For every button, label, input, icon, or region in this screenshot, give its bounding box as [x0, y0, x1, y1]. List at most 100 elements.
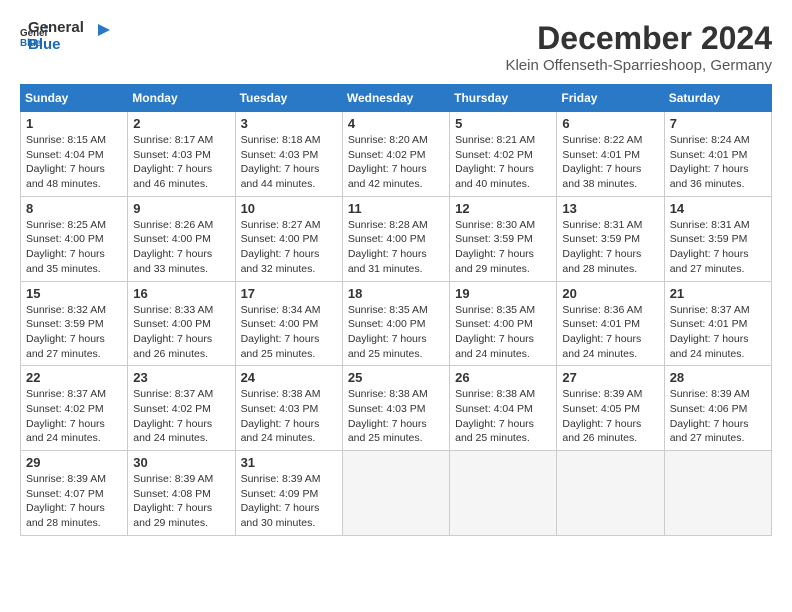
day-detail: Sunrise: 8:31 AMSunset: 3:59 PMDaylight:… — [670, 218, 766, 277]
day-detail: Sunrise: 8:26 AMSunset: 4:00 PMDaylight:… — [133, 218, 229, 277]
day-detail: Sunrise: 8:33 AMSunset: 4:00 PMDaylight:… — [133, 303, 229, 362]
day-detail: Sunrise: 8:15 AMSunset: 4:04 PMDaylight:… — [26, 133, 122, 192]
day-number: 9 — [133, 201, 229, 216]
day-number: 26 — [455, 370, 551, 385]
col-tuesday: Tuesday — [235, 85, 342, 112]
calendar-cell: 17Sunrise: 8:34 AMSunset: 4:00 PMDayligh… — [235, 281, 342, 366]
day-detail: Sunrise: 8:24 AMSunset: 4:01 PMDaylight:… — [670, 133, 766, 192]
location: Klein Offenseth-Sparrieshoop, Germany — [505, 57, 772, 74]
header-row: Sunday Monday Tuesday Wednesday Thursday… — [21, 85, 772, 112]
logo: General Blue General Blue — [20, 20, 112, 53]
calendar-cell: 25Sunrise: 8:38 AMSunset: 4:03 PMDayligh… — [342, 366, 449, 451]
week-row-2: 8 Sunrise: 8:25 AMSunset: 4:00 PMDaylight… — [21, 196, 772, 281]
calendar-cell: 23 Sunrise: 8:37 AMSunset: 4:02 PMDayligh… — [128, 366, 235, 451]
day-number: 2 — [133, 116, 229, 131]
col-thursday: Thursday — [450, 85, 557, 112]
day-detail: Sunrise: 8:27 AMSunset: 4:00 PMDaylight:… — [241, 218, 337, 277]
week-row-3: 15 Sunrise: 8:32 AMSunset: 3:59 PMDayligh… — [21, 281, 772, 366]
calendar-cell: 4Sunrise: 8:20 AMSunset: 4:02 PMDaylight… — [342, 112, 449, 197]
day-number: 31 — [241, 455, 337, 470]
day-number: 27 — [562, 370, 658, 385]
calendar-cell: 24 Sunrise: 8:38 AMSunset: 4:03 PMDayligh… — [235, 366, 342, 451]
day-number: 6 — [562, 116, 658, 131]
day-number: 24 — [241, 370, 337, 385]
day-detail: Sunrise: 8:22 AMSunset: 4:01 PMDaylight:… — [562, 133, 658, 192]
week-row-4: 22 Sunrise: 8:37 AMSunset: 4:02 PMDayligh… — [21, 366, 772, 451]
calendar-cell: 21 Sunrise: 8:37 AMSunset: 4:01 PMDayligh… — [664, 281, 771, 366]
day-detail: Sunrise: 8:39 AMSunset: 4:09 PMDaylight:… — [241, 472, 337, 531]
day-number: 12 — [455, 201, 551, 216]
day-detail: Sunrise: 8:28 AMSunset: 4:00 PMDaylight:… — [348, 218, 444, 277]
day-detail: Sunrise: 8:37 AMSunset: 4:02 PMDaylight:… — [133, 387, 229, 446]
calendar-cell: 19 Sunrise: 8:35 AMSunset: 4:00 PMDayligh… — [450, 281, 557, 366]
calendar-cell: 28Sunrise: 8:39 AMSunset: 4:06 PMDayligh… — [664, 366, 771, 451]
week-row-5: 29 Sunrise: 8:39 AMSunset: 4:07 PMDayligh… — [21, 451, 772, 536]
calendar-cell: 26Sunrise: 8:38 AMSunset: 4:04 PMDayligh… — [450, 366, 557, 451]
day-detail: Sunrise: 8:30 AMSunset: 3:59 PMDaylight:… — [455, 218, 551, 277]
logo-blue: Blue — [28, 37, 84, 54]
calendar-cell — [557, 451, 664, 536]
header: General Blue General Blue December 2024 … — [20, 20, 772, 74]
calendar-cell — [450, 451, 557, 536]
calendar-cell: 30Sunrise: 8:39 AMSunset: 4:08 PMDayligh… — [128, 451, 235, 536]
day-number: 3 — [241, 116, 337, 131]
page-container: General Blue General Blue December 2024 … — [20, 20, 772, 536]
day-number: 30 — [133, 455, 229, 470]
day-number: 11 — [348, 201, 444, 216]
day-number: 5 — [455, 116, 551, 131]
calendar-cell: 29 Sunrise: 8:39 AMSunset: 4:07 PMDayligh… — [21, 451, 128, 536]
title-block: December 2024 Klein Offenseth-Sparriesho… — [505, 20, 772, 74]
day-number: 21 — [670, 286, 766, 301]
calendar-cell: 10 Sunrise: 8:27 AMSunset: 4:00 PMDayligh… — [235, 196, 342, 281]
day-detail: Sunrise: 8:34 AMSunset: 4:00 PMDaylight:… — [241, 303, 337, 362]
day-number: 7 — [670, 116, 766, 131]
day-number: 13 — [562, 201, 658, 216]
calendar-cell: 27 Sunrise: 8:39 AMSunset: 4:05 PMDayligh… — [557, 366, 664, 451]
day-detail: Sunrise: 8:39 AMSunset: 4:07 PMDaylight:… — [26, 472, 122, 531]
day-number: 28 — [670, 370, 766, 385]
day-number: 19 — [455, 286, 551, 301]
logo-general: General — [28, 20, 84, 37]
day-detail: Sunrise: 8:38 AMSunset: 4:03 PMDaylight:… — [348, 387, 444, 446]
calendar-cell: 5 Sunrise: 8:21 AMSunset: 4:02 PMDaylight… — [450, 112, 557, 197]
calendar-cell — [342, 451, 449, 536]
day-detail: Sunrise: 8:17 AMSunset: 4:03 PMDaylight:… — [133, 133, 229, 192]
calendar-cell: 9 Sunrise: 8:26 AMSunset: 4:00 PMDaylight… — [128, 196, 235, 281]
day-detail: Sunrise: 8:37 AMSunset: 4:02 PMDaylight:… — [26, 387, 122, 446]
day-detail: Sunrise: 8:35 AMSunset: 4:00 PMDaylight:… — [455, 303, 551, 362]
day-detail: Sunrise: 8:18 AMSunset: 4:03 PMDaylight:… — [241, 133, 337, 192]
calendar-cell — [664, 451, 771, 536]
day-detail: Sunrise: 8:21 AMSunset: 4:02 PMDaylight:… — [455, 133, 551, 192]
day-number: 14 — [670, 201, 766, 216]
day-number: 8 — [26, 201, 122, 216]
week-row-1: 1 Sunrise: 8:15 AMSunset: 4:04 PMDaylight… — [21, 112, 772, 197]
col-wednesday: Wednesday — [342, 85, 449, 112]
calendar-cell: 11 Sunrise: 8:28 AMSunset: 4:00 PMDayligh… — [342, 196, 449, 281]
day-detail: Sunrise: 8:37 AMSunset: 4:01 PMDaylight:… — [670, 303, 766, 362]
day-number: 1 — [26, 116, 122, 131]
day-number: 20 — [562, 286, 658, 301]
calendar-cell: 31 Sunrise: 8:39 AMSunset: 4:09 PMDayligh… — [235, 451, 342, 536]
day-number: 15 — [26, 286, 122, 301]
calendar-cell: 20Sunrise: 8:36 AMSunset: 4:01 PMDayligh… — [557, 281, 664, 366]
day-detail: Sunrise: 8:32 AMSunset: 3:59 PMDaylight:… — [26, 303, 122, 362]
month-title: December 2024 — [505, 20, 772, 57]
calendar-table: Sunday Monday Tuesday Wednesday Thursday… — [20, 84, 772, 536]
calendar-cell: 15 Sunrise: 8:32 AMSunset: 3:59 PMDayligh… — [21, 281, 128, 366]
day-detail: Sunrise: 8:38 AMSunset: 4:03 PMDaylight:… — [241, 387, 337, 446]
day-number: 18 — [348, 286, 444, 301]
calendar-cell: 6 Sunrise: 8:22 AMSunset: 4:01 PMDaylight… — [557, 112, 664, 197]
calendar-cell: 22 Sunrise: 8:37 AMSunset: 4:02 PMDayligh… — [21, 366, 128, 451]
calendar-cell: 12 Sunrise: 8:30 AMSunset: 3:59 PMDayligh… — [450, 196, 557, 281]
col-monday: Monday — [128, 85, 235, 112]
logo-flag-icon — [90, 22, 112, 44]
day-number: 29 — [26, 455, 122, 470]
day-detail: Sunrise: 8:25 AMSunset: 4:00 PMDaylight:… — [26, 218, 122, 277]
calendar-cell: 16Sunrise: 8:33 AMSunset: 4:00 PMDayligh… — [128, 281, 235, 366]
day-number: 10 — [241, 201, 337, 216]
day-detail: Sunrise: 8:20 AMSunset: 4:02 PMDaylight:… — [348, 133, 444, 192]
day-detail: Sunrise: 8:39 AMSunset: 4:05 PMDaylight:… — [562, 387, 658, 446]
col-sunday: Sunday — [21, 85, 128, 112]
day-number: 23 — [133, 370, 229, 385]
day-number: 22 — [26, 370, 122, 385]
